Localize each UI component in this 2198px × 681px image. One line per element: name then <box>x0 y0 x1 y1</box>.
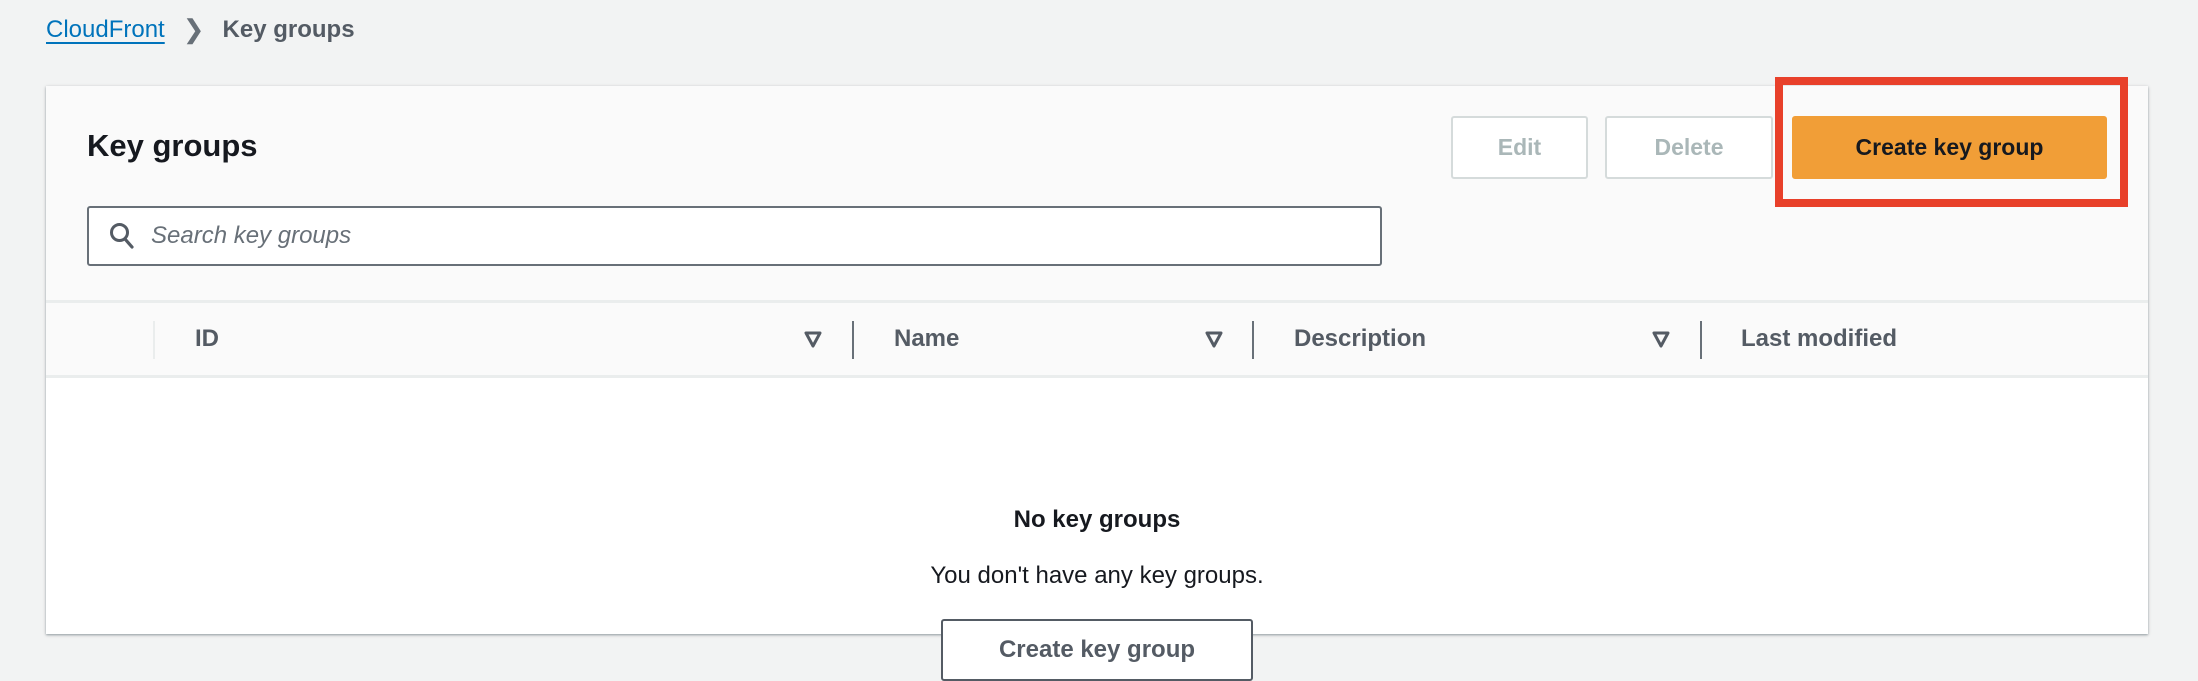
column-header-name[interactable]: Name <box>894 303 959 375</box>
column-header-id[interactable]: ID <box>195 303 219 375</box>
key-groups-panel: Key groups Edit Delete Create key group … <box>46 77 2148 681</box>
chevron-right-icon: ❯ <box>182 14 205 44</box>
delete-button[interactable]: Delete <box>1605 116 1773 179</box>
table-header: ID Name Description Last modified <box>46 300 2148 378</box>
page-title: Key groups <box>87 128 258 163</box>
column-header-description[interactable]: Description <box>1294 303 1426 375</box>
edit-button[interactable]: Edit <box>1451 116 1588 179</box>
sort-icon[interactable] <box>1204 327 1224 351</box>
sort-icon[interactable] <box>803 327 823 351</box>
table-body: No key groups You don't have any key gro… <box>46 378 2148 681</box>
search-icon <box>110 223 134 249</box>
column-divider <box>153 321 155 359</box>
empty-state-title: No key groups <box>1013 506 1181 533</box>
breadcrumb-cloudfront-link[interactable]: CloudFront <box>46 16 165 44</box>
breadcrumb: CloudFront ❯ Key groups <box>46 14 355 45</box>
column-divider[interactable] <box>852 321 854 359</box>
empty-state-text: You don't have any key groups. <box>930 562 1264 589</box>
sort-icon[interactable] <box>1651 327 1671 351</box>
search-field[interactable] <box>87 206 1382 266</box>
create-key-group-button[interactable]: Create key group <box>1792 116 2107 179</box>
search-input[interactable] <box>149 221 1253 251</box>
column-divider[interactable] <box>1700 321 1702 359</box>
column-divider[interactable] <box>1252 321 1254 359</box>
column-header-last-modified[interactable]: Last modified <box>1741 303 1897 375</box>
breadcrumb-current: Key groups <box>222 15 355 43</box>
